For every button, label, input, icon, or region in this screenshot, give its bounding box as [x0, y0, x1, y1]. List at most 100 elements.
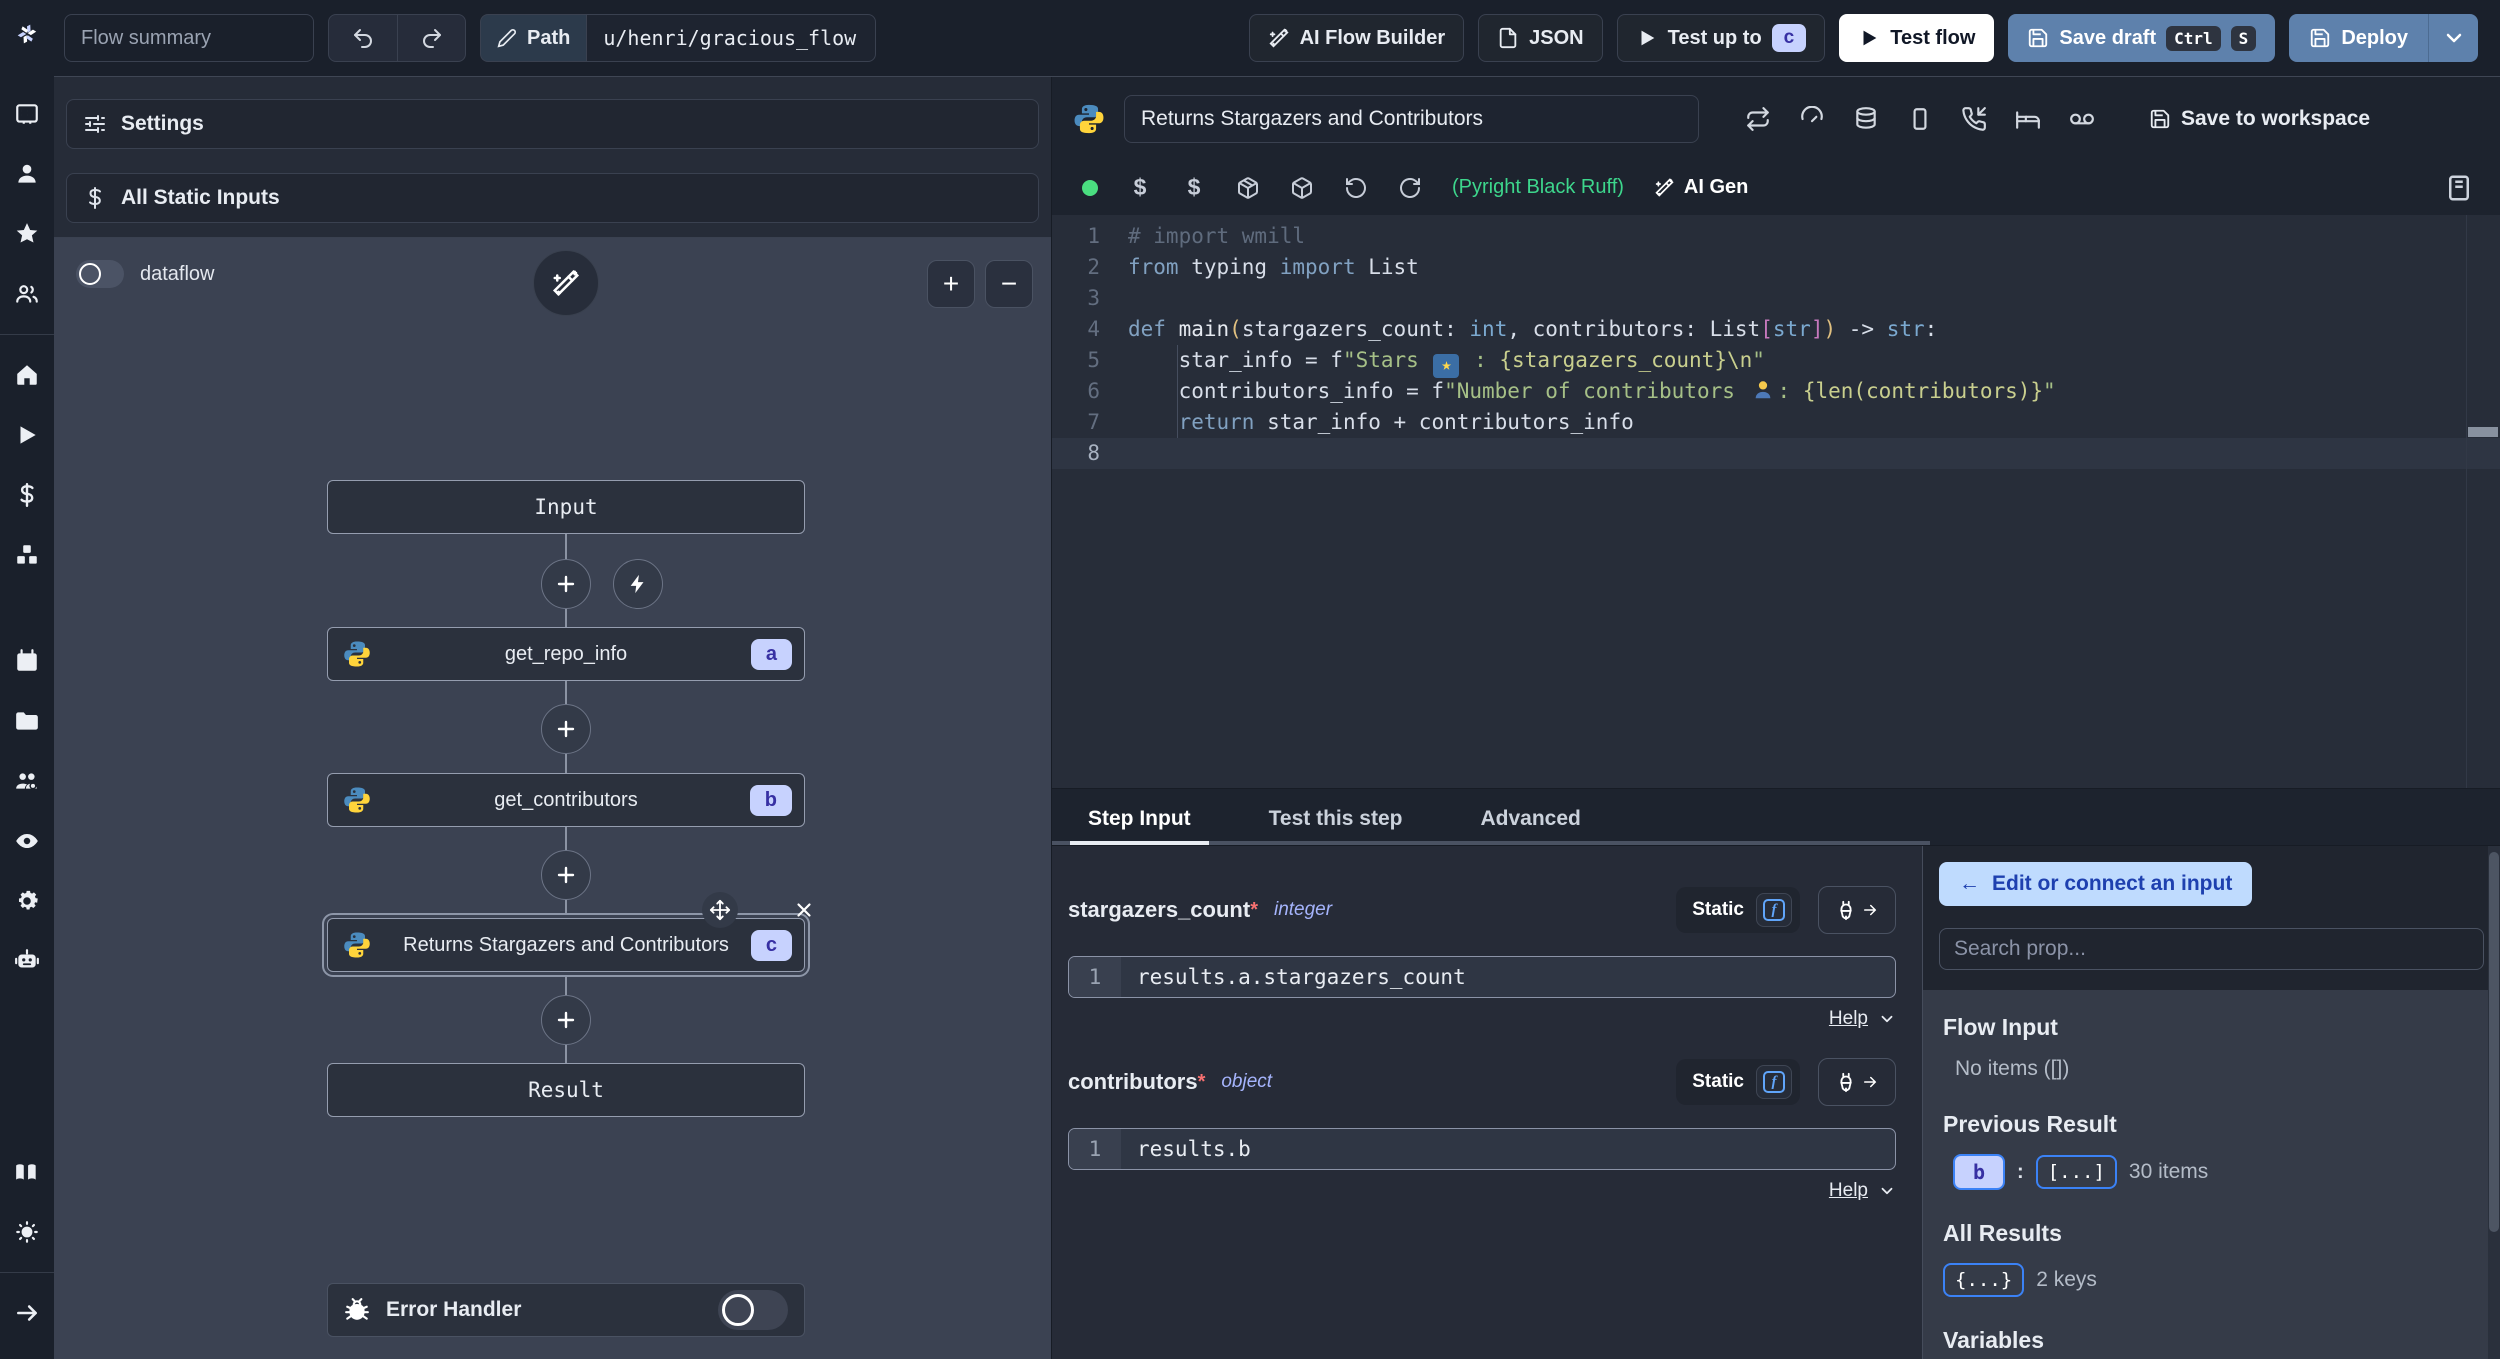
- windmill-logo[interactable]: [7, 14, 47, 54]
- step-title-input[interactable]: [1124, 94, 1699, 143]
- path-input[interactable]: [586, 14, 877, 62]
- library-book-icon[interactable]: [2444, 173, 2474, 203]
- tab-test-this-step[interactable]: Test this step: [1259, 807, 1413, 845]
- search-prop-input[interactable]: [1939, 928, 2484, 970]
- javascript-mode-button[interactable]: f: [1756, 1065, 1792, 1099]
- retries-repeat-icon[interactable]: [1745, 106, 1771, 132]
- json-button[interactable]: JSON: [1478, 14, 1603, 62]
- variable-dollar-icon[interactable]: $: [1128, 174, 1152, 200]
- wand-icon: [1268, 27, 1290, 49]
- groups-icon[interactable]: [7, 274, 47, 314]
- deploy-button[interactable]: Deploy: [2289, 14, 2428, 62]
- node-returns-stargazers[interactable]: Returns Stargazers and Contributors c: [327, 918, 805, 972]
- workspace-icon[interactable]: [7, 94, 47, 134]
- resource-dollar-icon[interactable]: $: [1182, 174, 1206, 200]
- audit-eye-icon[interactable]: [7, 821, 47, 861]
- zoom-out-button[interactable]: −: [985, 260, 1033, 308]
- voicemail-icon[interactable]: [2069, 106, 2095, 132]
- dataflow-toggle[interactable]: [76, 260, 124, 288]
- insert-step-button-4[interactable]: [541, 995, 591, 1045]
- code-line[interactable]: 2 from typing import List: [1052, 252, 2500, 283]
- code-line[interactable]: 6 contributors_info = f"Number of contri…: [1052, 376, 2500, 407]
- settings-gear-icon[interactable]: [7, 881, 47, 921]
- props-scrollbar[interactable]: [2488, 846, 2500, 1359]
- theme-sun-icon[interactable]: [7, 1212, 47, 1252]
- user-icon[interactable]: [7, 154, 47, 194]
- error-handler-toggle[interactable]: [718, 1290, 788, 1330]
- reset-rotate-ccw-icon[interactable]: [1344, 176, 1368, 200]
- package-check-icon[interactable]: [1290, 176, 1314, 200]
- cache-database-icon[interactable]: [1853, 106, 1879, 132]
- save-to-workspace-button[interactable]: Save to workspace: [2149, 107, 2370, 131]
- redo-button[interactable]: [397, 15, 465, 61]
- chevron-down-icon[interactable]: [1878, 1182, 1896, 1200]
- trigger-bolt-button[interactable]: [613, 559, 663, 609]
- favorites-star-icon[interactable]: [7, 214, 47, 254]
- undo-button[interactable]: [329, 15, 397, 61]
- static-mode-label[interactable]: Static: [1692, 899, 1744, 921]
- schedules-calendar-icon[interactable]: [7, 641, 47, 681]
- collapsed-object-badge[interactable]: {...}: [1943, 1263, 2025, 1297]
- resources-boxes-icon[interactable]: [7, 535, 47, 575]
- workers-icon[interactable]: [7, 761, 47, 801]
- deploy-dropdown-button[interactable]: [2428, 14, 2478, 62]
- suspend-phone-icon[interactable]: [1961, 106, 1987, 132]
- node-result[interactable]: Result: [327, 1063, 805, 1117]
- code-scrollbar[interactable]: [2466, 215, 2500, 788]
- expression-editor[interactable]: 1 results.a.stargazers_count: [1068, 956, 1896, 998]
- code-line[interactable]: 7 return star_info + contributors_info: [1052, 407, 2500, 438]
- test-flow-button[interactable]: Test flow: [1839, 14, 1995, 62]
- node-move-handle[interactable]: [702, 892, 738, 928]
- package-icon[interactable]: [1236, 176, 1260, 200]
- ai-robot-icon[interactable]: [7, 941, 47, 981]
- flow-summary-input[interactable]: [64, 14, 314, 62]
- code-line[interactable]: 4 def main(stargazers_count: int, contrib…: [1052, 314, 2500, 345]
- insert-step-button-2[interactable]: [541, 704, 591, 754]
- insert-step-button-3[interactable]: [541, 850, 591, 900]
- edit-or-connect-button[interactable]: ← Edit or connect an input: [1939, 862, 2253, 906]
- test-up-to-button[interactable]: Test up to c: [1616, 14, 1826, 62]
- sleep-bed-icon[interactable]: [2015, 106, 2041, 132]
- connect-input-button[interactable]: [1818, 886, 1896, 934]
- node-get-repo-info[interactable]: get_repo_info a: [327, 627, 805, 681]
- collapsed-array-badge[interactable]: [...]: [2035, 1155, 2117, 1189]
- docs-book-icon[interactable]: [7, 1152, 47, 1192]
- code-line[interactable]: 8: [1052, 438, 2500, 469]
- node-get-contributors[interactable]: get_contributors b: [327, 773, 805, 827]
- flow-settings-button[interactable]: Settings: [66, 99, 1039, 149]
- save-draft-button[interactable]: Save draft Ctrl S: [2008, 14, 2276, 62]
- node-input[interactable]: Input: [327, 480, 805, 534]
- static-mode-label[interactable]: Static: [1692, 1071, 1744, 1093]
- error-handler-row[interactable]: Error Handler: [327, 1283, 805, 1337]
- tab-step-input[interactable]: Step Input: [1070, 807, 1209, 845]
- result-key-badge[interactable]: b: [1953, 1154, 2006, 1190]
- ai-flow-builder-button[interactable]: AI Flow Builder: [1248, 14, 1465, 62]
- node-delete-button[interactable]: [786, 892, 822, 928]
- code-line[interactable]: 5 star_info = f"Stars ★ : {stargazers_co…: [1052, 345, 2500, 378]
- home-icon[interactable]: [7, 355, 47, 395]
- all-static-inputs-button[interactable]: All Static Inputs: [66, 173, 1039, 223]
- chevron-down-icon[interactable]: [1878, 1010, 1896, 1028]
- help-link[interactable]: Help: [1829, 1008, 1868, 1030]
- folders-icon[interactable]: [7, 701, 47, 741]
- expression-editor[interactable]: 1 results.b: [1068, 1128, 1896, 1170]
- code-assistants-status[interactable]: (Pyright Black Ruff): [1452, 176, 1624, 199]
- tab-advanced[interactable]: Advanced: [1470, 807, 1590, 845]
- expand-arrow-icon[interactable]: [7, 1293, 47, 1333]
- connect-input-button[interactable]: [1818, 1058, 1896, 1106]
- ai-gen-button[interactable]: AI Gen: [1654, 176, 1748, 199]
- concurrency-gauge-icon[interactable]: [1799, 105, 1825, 132]
- code-line[interactable]: 1 # import wmill: [1052, 221, 2500, 252]
- mock-square-icon[interactable]: [1907, 106, 1933, 132]
- bug-icon: [344, 1297, 370, 1323]
- variables-dollar-icon[interactable]: [7, 475, 47, 515]
- zoom-in-button[interactable]: +: [927, 260, 975, 308]
- code-editor[interactable]: 1 # import wmill 2 from typing import List 3…: [1052, 215, 2500, 788]
- insert-step-button-1[interactable]: [541, 559, 591, 609]
- reload-refresh-icon[interactable]: [1398, 176, 1422, 200]
- runs-play-icon[interactable]: [7, 415, 47, 455]
- javascript-mode-button[interactable]: f: [1756, 893, 1792, 927]
- code-line[interactable]: 3: [1052, 283, 2500, 314]
- help-link[interactable]: Help: [1829, 1180, 1868, 1202]
- graph-ai-wand-button[interactable]: [533, 250, 599, 316]
